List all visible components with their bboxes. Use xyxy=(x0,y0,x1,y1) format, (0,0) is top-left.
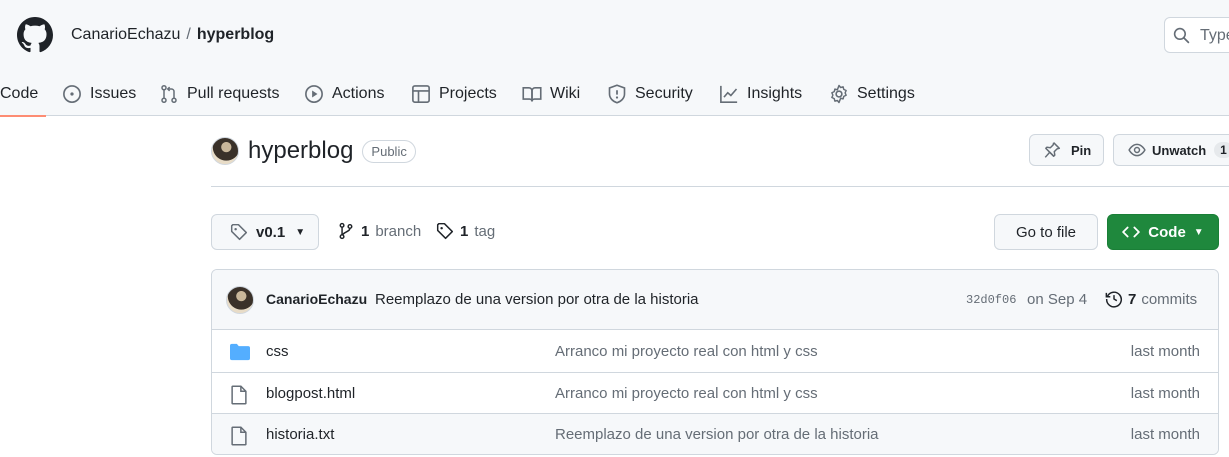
latest-commit-bar: CanarioEchazu Reemplazo de una version p… xyxy=(212,270,1218,330)
caret-down-icon: ▼ xyxy=(295,226,306,238)
go-to-file-label: Go to file xyxy=(1015,223,1077,241)
commit-author[interactable]: CanarioEchazu xyxy=(266,291,367,307)
tab-label: Security xyxy=(635,85,693,102)
caret-down-icon: ▼ xyxy=(1193,226,1204,238)
pin-label: Pin xyxy=(1071,142,1092,158)
tab-label: Settings xyxy=(857,85,915,102)
file-commit-message[interactable]: Arranco mi proyecto real con html y css xyxy=(555,343,818,360)
repo-header-bar: CanarioEchazu / hyperblog Type Code Issues… xyxy=(0,0,1229,117)
file-age: last month xyxy=(1130,343,1200,360)
tab-settings[interactable]: Settings xyxy=(829,72,915,116)
file-name[interactable]: blogpost.html xyxy=(266,385,355,402)
commit-sha[interactable]: 32d0f06 xyxy=(966,293,1016,307)
unwatch-button[interactable]: Unwatch 1 xyxy=(1113,134,1229,166)
pin-icon xyxy=(1044,142,1061,158)
file-icon xyxy=(231,385,247,405)
tab-label: Actions xyxy=(332,85,385,102)
commits-link[interactable]: 7 commits xyxy=(1105,290,1197,308)
file-commit-message[interactable]: Arranco mi proyecto real con html y css xyxy=(555,385,818,402)
git-branch-icon xyxy=(339,222,353,240)
tab-issues[interactable]: Issues xyxy=(62,72,136,116)
visibility-badge: Public xyxy=(362,139,416,163)
repo-name[interactable]: hyperblog xyxy=(248,137,353,165)
commit-message[interactable]: Reemplazo de una version por otra de la … xyxy=(375,291,699,308)
git-pull-request-icon xyxy=(161,84,177,103)
file-name[interactable]: historia.txt xyxy=(266,426,334,443)
tab-label: Issues xyxy=(90,85,137,102)
book-icon xyxy=(522,86,542,102)
tag-icon xyxy=(230,223,248,241)
tag-selector[interactable]: v0.1 ▼ xyxy=(211,214,319,250)
play-icon xyxy=(305,85,323,103)
branch-count: 1 xyxy=(361,222,370,240)
gear-icon xyxy=(831,84,847,104)
history-icon xyxy=(1105,291,1123,308)
tab-label: Code xyxy=(0,85,39,102)
tab-label: Pull requests xyxy=(187,85,280,102)
file-age: last month xyxy=(1130,385,1200,402)
file-name[interactable]: css xyxy=(266,343,289,360)
file-row[interactable]: blogpost.html Arranco mi proyecto real c… xyxy=(212,372,1218,414)
file-row[interactable]: css Arranco mi proyecto real con html y … xyxy=(212,331,1218,373)
file-browser: CanarioEchazu Reemplazo de una version p… xyxy=(211,269,1219,455)
commit-date: on Sep 4 xyxy=(1027,291,1088,308)
search-input[interactable]: Type xyxy=(1164,17,1229,53)
tags-link[interactable]: 1 tag xyxy=(436,222,495,240)
file-commit-message[interactable]: Reemplazo de una version por otra de la … xyxy=(555,426,879,443)
divider xyxy=(211,186,1229,187)
shield-icon xyxy=(608,84,626,104)
tab-security[interactable]: Security xyxy=(607,72,693,116)
file-row[interactable]: historia.txt Reemplazo de una version po… xyxy=(212,413,1218,454)
tab-wiki[interactable]: Wiki xyxy=(522,72,580,116)
tab-projects[interactable]: Projects xyxy=(411,72,497,116)
breadcrumb-owner[interactable]: CanarioEchazu xyxy=(71,26,180,43)
pin-button[interactable]: Pin xyxy=(1029,134,1104,166)
tab-label: Wiki xyxy=(550,85,581,102)
tab-code[interactable]: Code xyxy=(0,72,47,117)
code-button-label: Code xyxy=(1148,223,1186,241)
file-age: last month xyxy=(1130,426,1200,443)
branch-label: branch xyxy=(375,222,422,240)
breadcrumb: CanarioEchazu / hyperblog xyxy=(71,26,274,44)
unwatch-label: Unwatch xyxy=(1152,142,1207,158)
repo-title: hyperblog Public xyxy=(211,134,416,168)
tag-icon xyxy=(436,222,454,240)
github-logo-icon[interactable] xyxy=(17,17,53,53)
owner-avatar[interactable] xyxy=(211,137,239,165)
issue-opened-icon xyxy=(63,85,81,103)
tab-label: Projects xyxy=(439,85,497,102)
tag-count: 1 xyxy=(460,222,469,240)
folder-icon xyxy=(230,343,250,361)
commit-author-avatar[interactable] xyxy=(226,286,254,314)
table-icon xyxy=(412,85,430,103)
search-icon xyxy=(1173,27,1190,44)
eye-icon xyxy=(1128,143,1146,157)
go-to-file-button[interactable]: Go to file xyxy=(994,214,1098,250)
code-button[interactable]: Code ▼ xyxy=(1107,214,1219,250)
tag-selector-label: v0.1 xyxy=(256,223,286,241)
graph-icon xyxy=(720,85,738,103)
watch-count: 1 xyxy=(1214,142,1229,158)
code-icon xyxy=(1122,226,1141,238)
tab-insights[interactable]: Insights xyxy=(719,72,802,116)
branches-link[interactable]: 1 branch xyxy=(337,222,421,240)
breadcrumb-repo[interactable]: hyperblog xyxy=(197,26,274,43)
search-placeholder: Type xyxy=(1200,27,1229,44)
commit-label: commits xyxy=(1141,290,1198,308)
breadcrumb-separator: / xyxy=(186,26,191,43)
file-icon xyxy=(231,426,247,446)
commit-count: 7 xyxy=(1128,290,1137,308)
tag-label: tag xyxy=(474,222,496,240)
tab-label: Insights xyxy=(747,85,803,102)
tab-pull-requests[interactable]: Pull requests xyxy=(159,72,280,116)
tab-actions[interactable]: Actions xyxy=(304,72,384,116)
